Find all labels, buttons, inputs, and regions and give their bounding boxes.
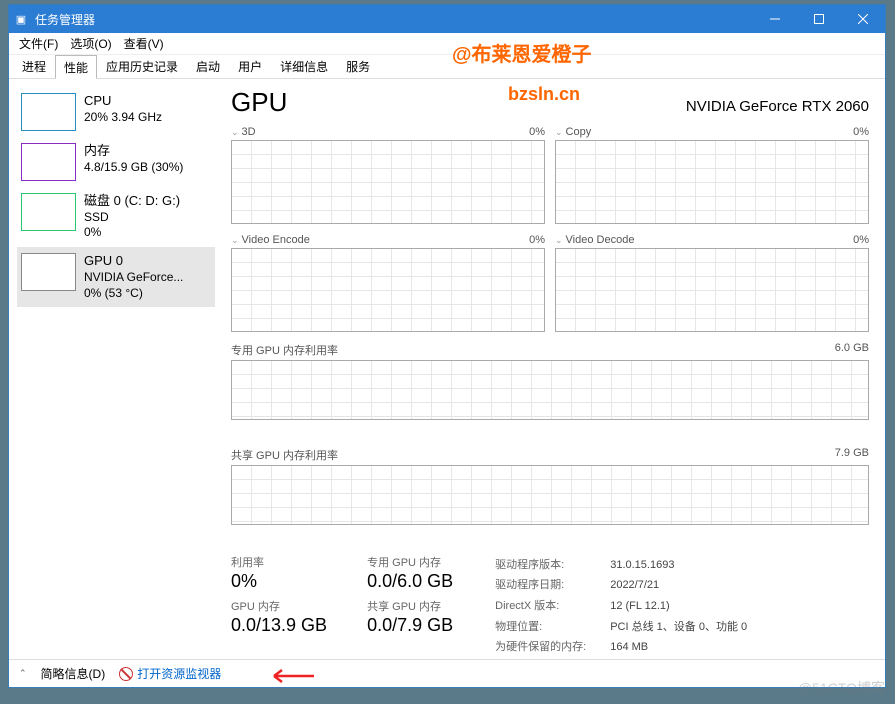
maximize-button[interactable]: [797, 5, 841, 33]
sidebar: CPU 20% 3.94 GHz 内存 4.8/15.9 GB (30%) 磁盘…: [9, 79, 219, 659]
minimize-button[interactable]: [753, 5, 797, 33]
resource-monitor-link[interactable]: 打开资源监视器: [119, 665, 221, 682]
sidebar-item-cpu[interactable]: CPU 20% 3.94 GHz: [17, 87, 215, 137]
tab-startup[interactable]: 启动: [187, 54, 229, 78]
chevron-down-icon[interactable]: ⌄: [555, 235, 563, 245]
menu-view[interactable]: 查看(V): [118, 33, 170, 54]
tabbar: 进程 性能 应用历史记录 启动 用户 详细信息 服务: [9, 55, 885, 79]
menu-options[interactable]: 选项(O): [64, 33, 117, 54]
stat-gpu-memory: GPU 内存 0.0/13.9 GB: [231, 598, 327, 636]
footer: ⌃ 简略信息(D) 打开资源监视器: [9, 659, 885, 687]
chart-video-decode[interactable]: ⌄Video Decode0%: [555, 234, 869, 332]
cpu-sub: 20% 3.94 GHz: [84, 110, 162, 126]
chart-copy-graph: [555, 140, 869, 224]
memory-sub: 4.8/15.9 GB (30%): [84, 160, 183, 176]
chevron-down-icon[interactable]: ⌄: [555, 127, 563, 137]
brief-info-link[interactable]: 简略信息(D): [41, 665, 106, 682]
gpu-sub2: 0% (53 °C): [84, 286, 183, 302]
memory-thumb-chart: [21, 143, 76, 181]
chevron-down-icon[interactable]: ⌄: [231, 127, 239, 137]
chart-copy[interactable]: ⌄Copy0%: [555, 126, 869, 224]
tab-app-history[interactable]: 应用历史记录: [97, 54, 187, 78]
sidebar-item-memory[interactable]: 内存 4.8/15.9 GB (30%): [17, 137, 215, 187]
disk-label: 磁盘 0 (C: D: G:): [84, 193, 180, 210]
cpu-label: CPU: [84, 93, 162, 110]
chart-video-encode[interactable]: ⌄Video Encode0%: [231, 234, 545, 332]
forbidden-icon: [119, 667, 133, 681]
chevron-down-icon[interactable]: ⌄: [231, 235, 239, 245]
stat-dedicated-memory: 专用 GPU 内存 0.0/6.0 GB: [367, 554, 453, 592]
tab-performance[interactable]: 性能: [55, 55, 97, 79]
sidebar-item-disk[interactable]: 磁盘 0 (C: D: G:) SSD 0%: [17, 187, 215, 247]
gpu-sub1: NVIDIA GeForce...: [84, 270, 183, 286]
task-manager-window: ▣ 任务管理器 文件(F) 选项(O) 查看(V) 进程 性能 应用历史记录 启…: [8, 4, 886, 688]
stat-shared-memory: 共享 GPU 内存 0.0/7.9 GB: [367, 598, 453, 636]
stat-utilization: 利用率 0%: [231, 554, 327, 592]
window-title: 任务管理器: [33, 11, 753, 28]
chart-venc-graph: [231, 248, 545, 332]
chart-3d[interactable]: ⌄3D0%: [231, 126, 545, 224]
chevron-up-icon[interactable]: ⌃: [19, 668, 27, 679]
sidebar-item-gpu[interactable]: GPU 0 NVIDIA GeForce... 0% (53 °C): [17, 247, 215, 307]
chart-3d-graph: [231, 140, 545, 224]
chart-shared-memory: 共享 GPU 内存利用率7.9 GB: [231, 447, 869, 542]
disk-thumb-chart: [21, 193, 76, 231]
stats-section: 利用率 0% GPU 内存 0.0/13.9 GB 专用 GPU 内存 0.0/…: [231, 554, 869, 659]
close-button[interactable]: [841, 5, 885, 33]
tab-services[interactable]: 服务: [337, 54, 379, 78]
gpu-thumb-chart: [21, 253, 76, 291]
main-panel: GPU NVIDIA GeForce RTX 2060 ⌄3D0% ⌄Copy0…: [219, 79, 885, 659]
tab-users[interactable]: 用户: [229, 54, 271, 78]
disk-sub1: SSD: [84, 210, 180, 226]
chart-dedicated-memory: 专用 GPU 内存利用率6.0 GB: [231, 342, 869, 437]
menu-file[interactable]: 文件(F): [13, 33, 64, 54]
chart-vdec-graph: [555, 248, 869, 332]
cpu-thumb-chart: [21, 93, 76, 131]
tab-details[interactable]: 详细信息: [271, 54, 337, 78]
memory-label: 内存: [84, 143, 183, 160]
chart-dedmem-graph: [231, 360, 869, 420]
gpu-model: NVIDIA GeForce RTX 2060: [686, 98, 869, 115]
app-icon: ▣: [9, 13, 33, 26]
tab-processes[interactable]: 进程: [13, 54, 55, 78]
gpu-properties: 驱动程序版本:31.0.15.1693 驱动程序日期:2022/7/21 Dir…: [493, 554, 869, 659]
page-title: GPU: [231, 87, 287, 118]
gpu-label: GPU 0: [84, 253, 183, 270]
disk-sub2: 0%: [84, 225, 180, 241]
titlebar[interactable]: ▣ 任务管理器: [9, 5, 885, 33]
menubar: 文件(F) 选项(O) 查看(V): [9, 33, 885, 55]
chart-shmem-graph: [231, 465, 869, 525]
content-area: CPU 20% 3.94 GHz 内存 4.8/15.9 GB (30%) 磁盘…: [9, 79, 885, 659]
